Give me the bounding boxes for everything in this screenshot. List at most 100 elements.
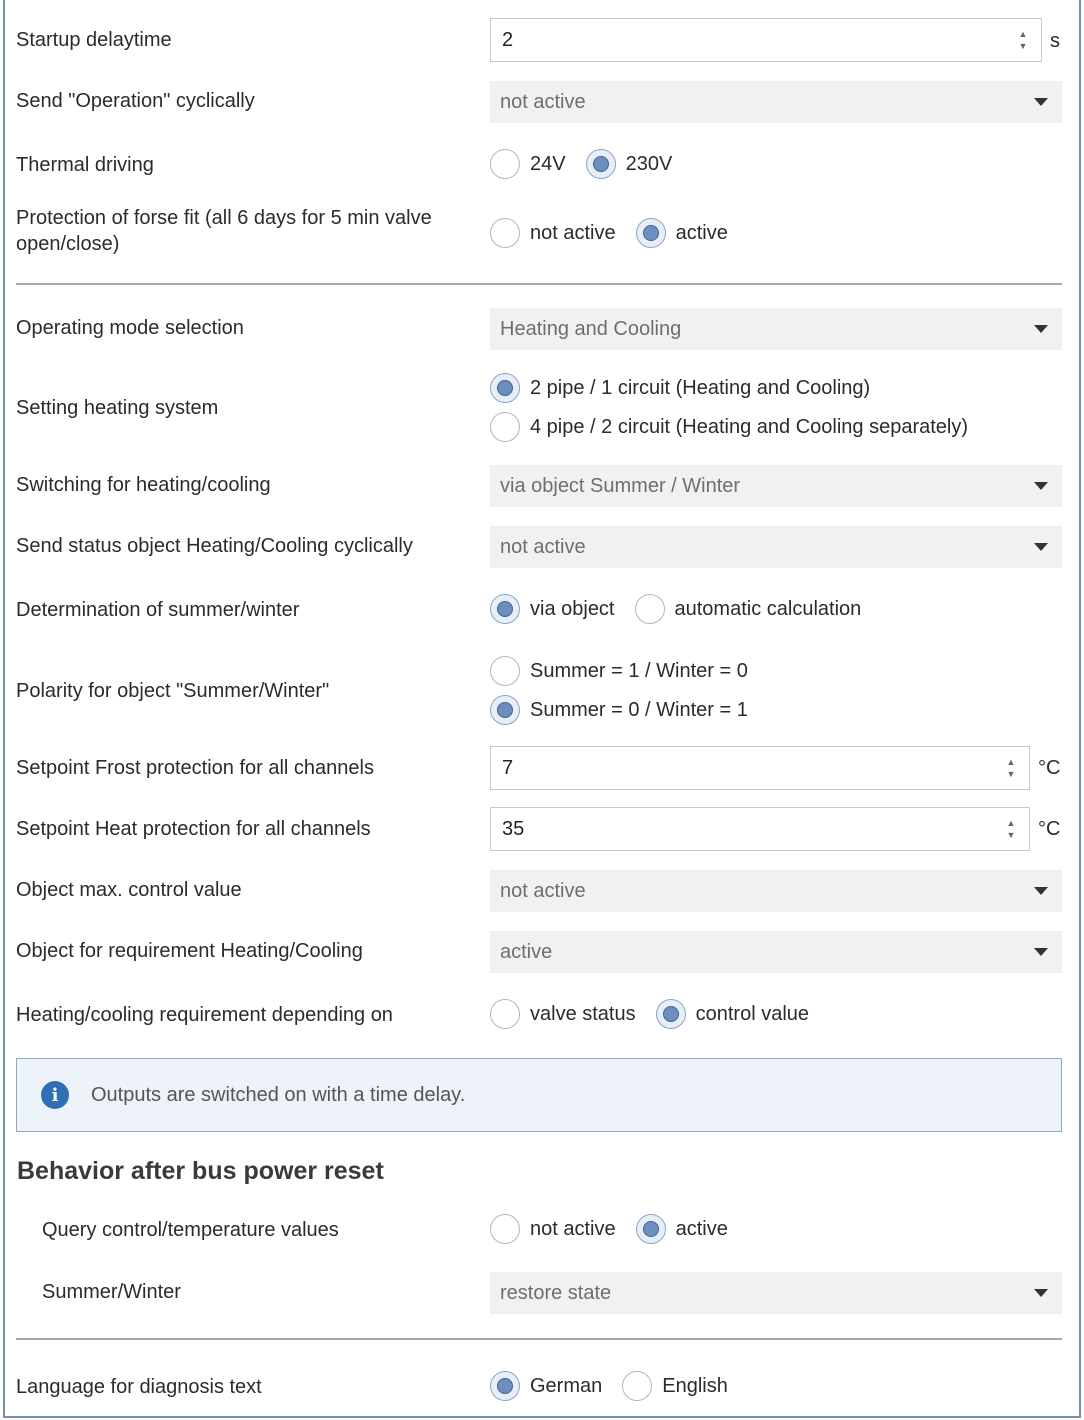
chevron-down-icon [1034, 887, 1048, 895]
heat-unit: °C [1038, 818, 1061, 840]
query-active[interactable]: active [635, 1214, 728, 1244]
max-control-value: not active [500, 879, 586, 902]
radio-selected-icon [490, 1371, 520, 1401]
startup-delaytime-value: 2 [502, 28, 514, 51]
switching-value: via object Summer / Winter [500, 474, 741, 497]
radio-label: 2 pipe / 1 circuit (Heating and Cooling) [530, 376, 871, 399]
section-title-bus-reset: Behavior after bus power reset [17, 1157, 384, 1185]
determination-automatic[interactable]: automatic calculation [634, 594, 862, 624]
frost-value: 7 [502, 756, 514, 779]
radio-label: not active [530, 221, 616, 244]
info-icon: i [41, 1081, 69, 1109]
radio-selected-icon [635, 1214, 666, 1244]
operating-mode-select[interactable]: Heating and Cooling [490, 308, 1062, 350]
chevron-down-icon [1034, 948, 1048, 956]
query-not-active[interactable]: not active [490, 1214, 616, 1244]
switching-label: Switching for heating/cooling [16, 474, 271, 496]
depending-group: valve status control value [490, 998, 829, 1030]
language-english[interactable]: English [622, 1371, 728, 1401]
polarity-option-1[interactable]: Summer = 1 / Winter = 0 [490, 655, 768, 687]
switching-select[interactable]: via object Summer / Winter [490, 465, 1062, 507]
divider [16, 1338, 1062, 1340]
forse-fit-active[interactable]: active [635, 218, 728, 248]
radio-label: 4 pipe / 2 circuit (Heating and Cooling … [530, 415, 969, 438]
radio-label: active [675, 221, 728, 244]
chevron-down-icon [1034, 1289, 1048, 1297]
send-status-select[interactable]: not active [490, 526, 1062, 568]
radio-selected-icon [585, 149, 616, 179]
thermal-driving-24v[interactable]: 24V [490, 149, 566, 179]
polarity-option-2[interactable]: Summer = 0 / Winter = 1 [490, 694, 768, 726]
radio-icon [634, 594, 665, 624]
forse-fit-label-line2: open/close) [16, 233, 120, 255]
info-text: Outputs are switched on with a time dela… [91, 1083, 466, 1106]
spin-arrows-icon[interactable]: ▲ ▼ [999, 748, 1023, 788]
radio-selected-icon [635, 218, 666, 248]
chevron-down-icon [1034, 98, 1048, 106]
language-label: Language for diagnosis text [16, 1376, 262, 1398]
radio-icon [490, 218, 520, 248]
thermal-driving-230v[interactable]: 230V [585, 149, 673, 179]
language-group: German English [490, 1370, 748, 1402]
radio-label: 230V [625, 152, 673, 175]
heating-system-4pipe[interactable]: 4 pipe / 2 circuit (Heating and Cooling … [490, 412, 968, 442]
thermal-driving-group: 24V 230V [490, 148, 692, 180]
forse-fit-label-line1: Protection of forse fit (all 6 days for … [16, 207, 432, 229]
forse-fit-label: Protection of forse fit (all 6 days for … [16, 205, 476, 257]
chevron-down-icon [1034, 325, 1048, 333]
language-german[interactable]: German [490, 1371, 602, 1401]
divider [16, 283, 1062, 285]
send-operation-label: Send "Operation" cyclically [16, 90, 255, 112]
polarity-label: Polarity for object "Summer/Winter" [16, 680, 330, 702]
polarity-summer-0[interactable]: Summer = 0 / Winter = 1 [490, 695, 748, 725]
forse-fit-not-active[interactable]: not active [490, 218, 616, 248]
startup-delaytime-input[interactable]: 2 ▲ ▼ [490, 18, 1042, 62]
operating-mode-value: Heating and Cooling [500, 317, 682, 340]
info-box: i Outputs are switched on with a time de… [16, 1058, 1062, 1132]
requirement-label: Object for requirement Heating/Cooling [16, 940, 363, 962]
frost-unit: °C [1038, 757, 1061, 779]
frost-label: Setpoint Frost protection for all channe… [16, 757, 374, 779]
radio-label: valve status [530, 1002, 636, 1025]
radio-icon [490, 1214, 520, 1244]
radio-label: German [530, 1374, 603, 1397]
polarity-summer-1[interactable]: Summer = 1 / Winter = 0 [490, 656, 748, 686]
radio-label: via object [530, 597, 615, 620]
heating-system-option-1[interactable]: 2 pipe / 1 circuit (Heating and Cooling) [490, 372, 890, 404]
radio-label: automatic calculation [674, 597, 862, 620]
requirement-select[interactable]: active [490, 931, 1062, 973]
determination-via-object[interactable]: via object [490, 594, 615, 624]
heating-system-option-2[interactable]: 4 pipe / 2 circuit (Heating and Cooling … [490, 411, 988, 443]
radio-selected-icon [490, 373, 520, 403]
radio-label: English [662, 1374, 728, 1397]
radio-label: Summer = 0 / Winter = 1 [530, 698, 748, 721]
radio-selected-icon [490, 594, 520, 624]
radio-selected-icon [490, 695, 520, 725]
radio-label: control value [695, 1002, 810, 1025]
determination-label: Determination of summer/winter [16, 599, 300, 621]
chevron-down-icon [1034, 543, 1048, 551]
send-status-value: not active [500, 535, 586, 558]
heating-system-label: Setting heating system [16, 397, 219, 419]
heating-system-2pipe[interactable]: 2 pipe / 1 circuit (Heating and Cooling) [490, 373, 870, 403]
requirement-value: active [500, 940, 553, 963]
max-control-label: Object max. control value [16, 879, 242, 901]
radio-selected-icon [655, 999, 686, 1029]
send-operation-select[interactable]: not active [490, 81, 1062, 123]
depending-label: Heating/cooling requirement depending on [16, 1004, 393, 1026]
max-control-select[interactable]: not active [490, 870, 1062, 912]
frost-input[interactable]: 7 ▲ ▼ [490, 746, 1030, 790]
query-label: Query control/temperature values [42, 1219, 339, 1241]
heat-input[interactable]: 35 ▲ ▼ [490, 807, 1030, 851]
summer-winter-select[interactable]: restore state [490, 1272, 1062, 1314]
startup-unit: s [1050, 30, 1060, 52]
radio-label: not active [530, 1217, 616, 1240]
spin-arrows-icon[interactable]: ▲ ▼ [1011, 20, 1035, 60]
depending-valve-status[interactable]: valve status [490, 999, 636, 1029]
spin-arrows-icon[interactable]: ▲ ▼ [999, 809, 1023, 849]
depending-control-value[interactable]: control value [655, 999, 810, 1029]
radio-icon [490, 999, 520, 1029]
operating-mode-label: Operating mode selection [16, 317, 244, 339]
heat-label: Setpoint Heat protection for all channel… [16, 818, 371, 840]
startup-delaytime-label: Startup delaytime [16, 29, 172, 51]
